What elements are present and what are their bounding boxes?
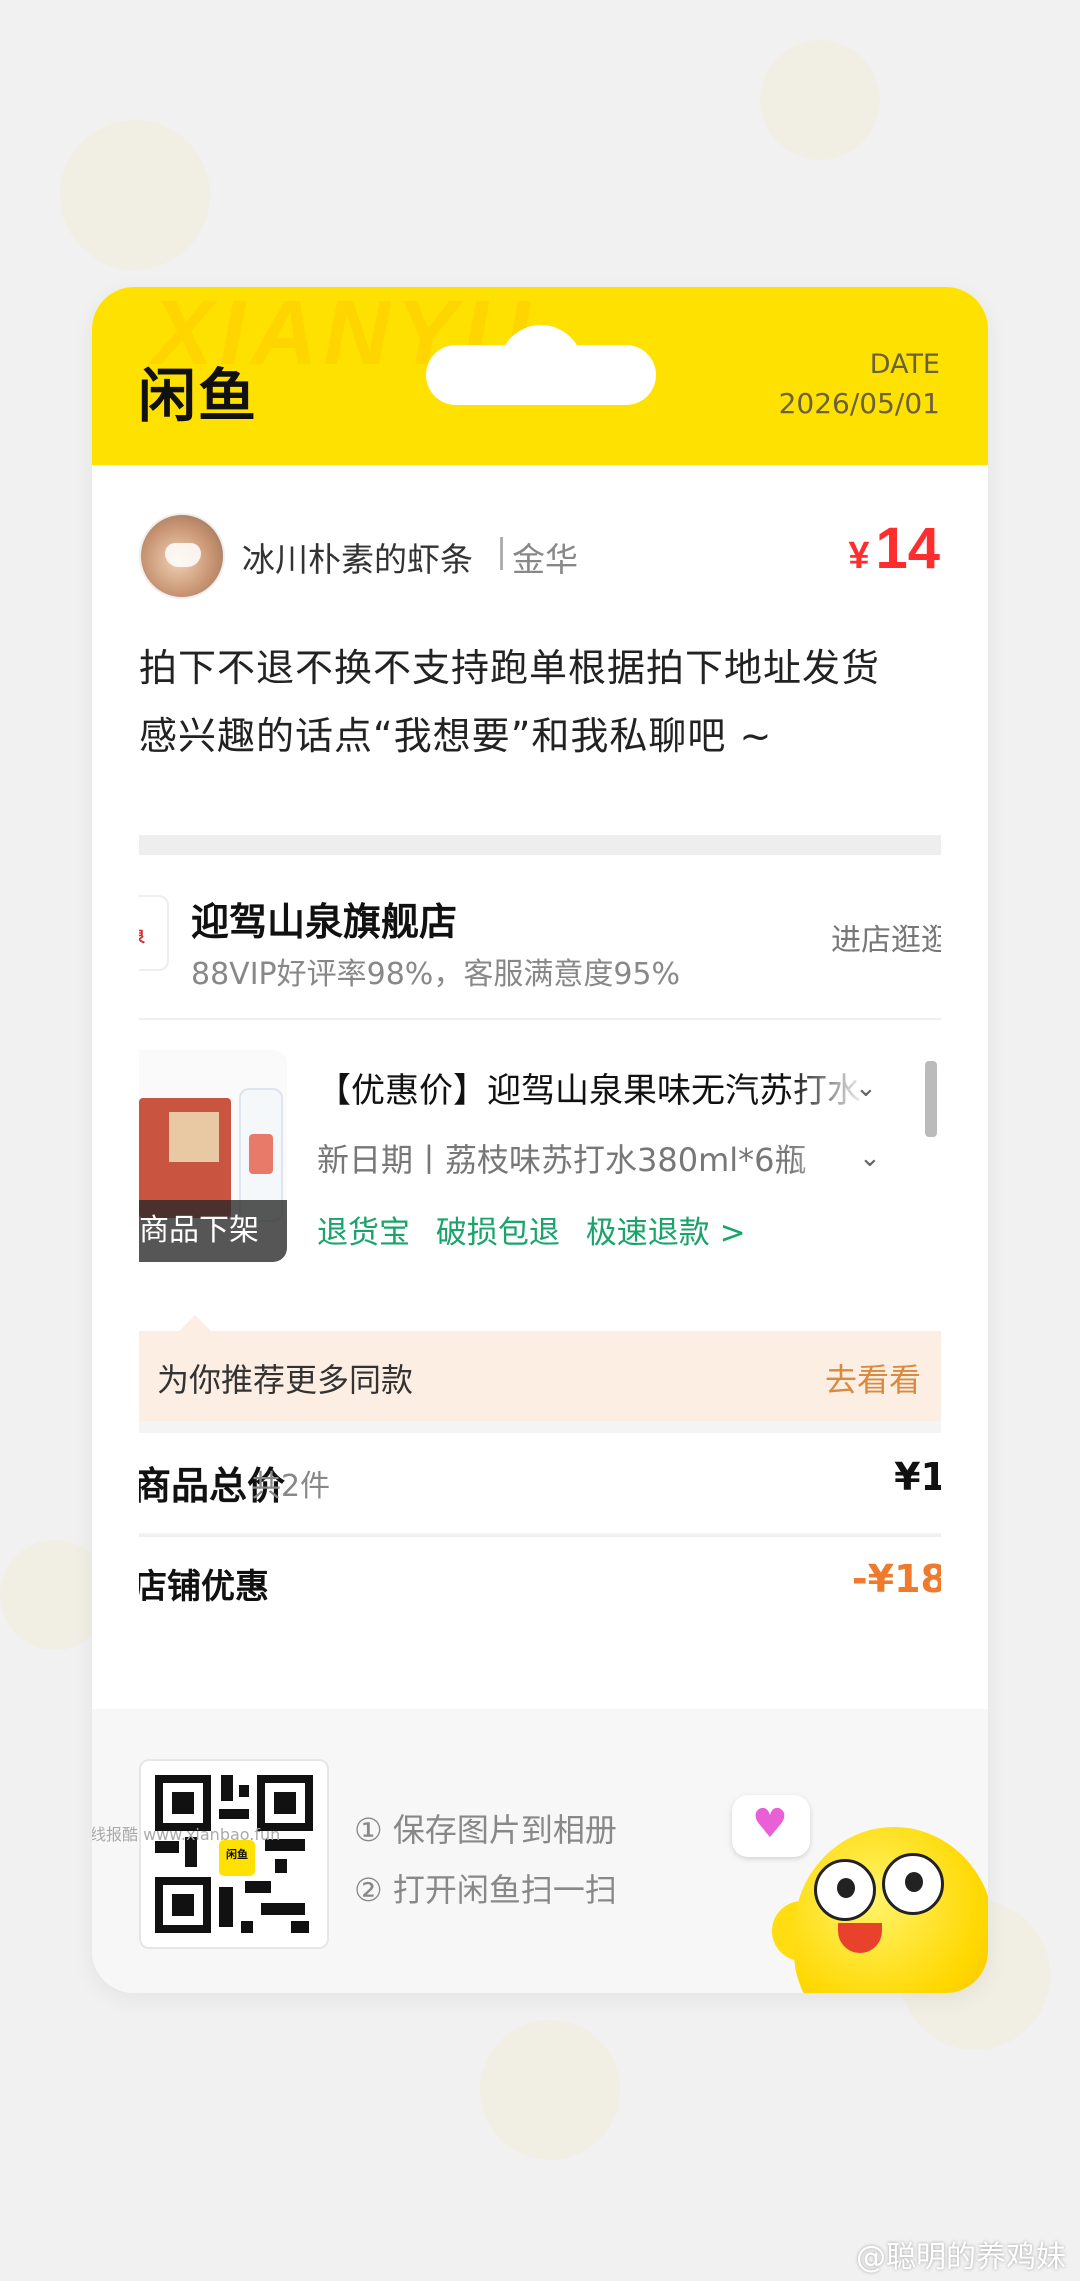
total-price-row: 商品总价 共2件 ¥1 [139,1433,941,1533]
seller-name[interactable]: 冰川朴素的虾条 [242,533,473,581]
background-pattern [760,40,880,160]
qr-module [219,1809,249,1819]
recommend-bar: 为你推荐更多同款 去看看 [139,1315,941,1421]
date-value: 2026/05/01 [778,387,940,420]
mascot-eye [814,1859,876,1921]
qr-module [221,1775,233,1801]
total-count: 共2件 [251,1469,331,1504]
store-discount-row: 店铺优惠 -¥18 [139,1537,941,1625]
instruction-scan: ② 打开闲鱼扫一扫 [354,1871,617,1909]
card-header: XIANYU 闲鱼 DATE 2026/05/01 [92,287,988,465]
service-tags: 退货宝 破损包退 极速退款 > [317,1207,762,1252]
recommend-go-link: 去看看 [824,1361,921,1399]
header-notch [426,325,656,405]
qr-module [219,1887,233,1927]
screenshot-top-strip [139,835,941,855]
price-currency: ¥ [848,535,870,577]
qr-pattern: 闲鱼 [155,1775,313,1933]
qr-module [241,1921,253,1933]
discount-value: -¥18 [851,1557,941,1601]
instruction-save-image: ① 保存图片到相册 [354,1811,617,1849]
price-value: 14 [875,516,940,581]
xianyu-logo: 闲鱼 [138,362,259,430]
item-description-line-2: 感兴趣的话点“我想要”和我私聊吧 ~ [139,714,773,758]
service-tag-return: 退货宝 [317,1215,410,1251]
product-spec: 新日期丨荔枝味苏打水380ml*6瓶 [317,1141,807,1179]
store-logo-text: 泉 [139,923,145,947]
background-pattern [480,2020,620,2160]
qr-module [261,1903,305,1915]
qr-module [239,1785,249,1797]
mascot-eye [882,1853,944,1915]
avatar[interactable] [139,513,225,599]
weibo-watermark: @聪明的养鸡妹 [856,2240,1066,2275]
qr-finder [155,1877,211,1933]
spec-fade [789,1131,899,1181]
service-tag-damage: 破损包退 [435,1215,560,1251]
scrollbar [925,1061,937,1137]
product-image: 商品下架 [139,1050,287,1262]
service-tag-refund: 极速退款 > [585,1215,746,1251]
order-screenshot: 泉 迎驾山泉旗舰店 88VIP好评率98%，客服满意度95% 进店逛逛 商品下架… [139,835,941,1625]
store-rating: 88VIP好评率98%，客服满意度95% [191,957,680,992]
store-logo: 泉 [139,895,169,971]
enter-store-link: 进店逛逛 [831,923,941,958]
divider [139,1018,941,1020]
off-shelf-badge: 商品下架 [139,1200,287,1262]
chevron-down-icon: ⌄ [859,1143,881,1173]
store-panel: 泉 迎驾山泉旗舰店 88VIP好评率98%，客服满意度95% 进店逛逛 商品下架… [139,855,941,1421]
heart-bubble-icon [732,1795,810,1857]
qr-code[interactable]: 闲鱼 [139,1759,329,1949]
total-price: ¥1 [894,1455,941,1499]
share-card: XIANYU 闲鱼 DATE 2026/05/01 冰川朴素的虾条 | 金华 ¥… [92,287,988,1993]
item-description-line-1: 拍下不退不换不支持跑单根据拍下地址发货 [139,646,881,690]
product-title: 【优惠价】迎驾山泉果味无汽苏打水 [317,1071,861,1111]
seller-city: 金华 [512,540,578,579]
qr-module [245,1881,271,1893]
seller-separator: | [496,531,508,570]
chevron-down-icon: ⌄ [855,1073,877,1103]
qr-module [275,1859,287,1873]
qr-module [291,1921,309,1933]
watermark-text: 线报酷 www.xianbao.fun [92,1825,281,1844]
item-price: ¥14 [848,515,940,582]
background-pattern [60,120,210,270]
title-fade [789,1059,899,1109]
store-name: 迎驾山泉旗舰店 [191,900,458,944]
discount-label: 店铺优惠 [139,1567,269,1607]
date-label: DATE [869,349,940,380]
recommend-text: 为你推荐更多同款 [157,1361,414,1399]
